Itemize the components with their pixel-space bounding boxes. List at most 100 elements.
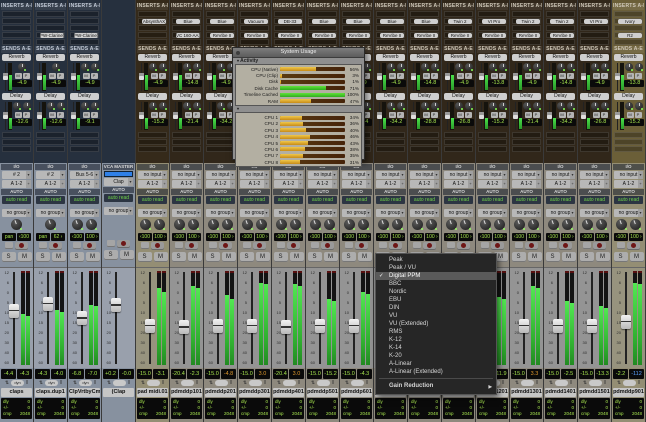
insert-slot[interactable]: ReVibe II (206, 32, 235, 38)
dyn-output-window-button[interactable] (555, 380, 568, 386)
output-selector[interactable]: A 1-2+ (240, 180, 269, 188)
dyn-output-window-button[interactable] (317, 380, 330, 386)
selector-expand-icon[interactable]: + (468, 180, 473, 188)
mute-button[interactable]: M (290, 252, 304, 262)
track-name[interactable]: pad midi.01 (137, 388, 168, 397)
send-mute-button[interactable]: M (151, 73, 158, 79)
insert-slot[interactable]: Blue (376, 18, 405, 24)
send-pan-knob[interactable] (91, 63, 99, 71)
insert-slot[interactable] (308, 25, 337, 31)
selector-expand-icon[interactable]: ▾ (298, 171, 303, 179)
insert-slot[interactable] (376, 11, 405, 17)
track-name[interactable]: pdmddp101 (171, 388, 202, 397)
insert-slot[interactable] (410, 25, 439, 31)
group-selector[interactable]: no group▾ (376, 209, 405, 217)
selector-expand-icon[interactable]: ▾ (128, 207, 133, 215)
group-selector[interactable]: no group▾ (240, 209, 269, 217)
solo-button[interactable]: S (2, 252, 16, 262)
output-selector[interactable]: A 1-2+ (614, 180, 643, 188)
pan-knob[interactable] (188, 219, 199, 230)
pan-knob[interactable] (45, 219, 56, 230)
send-b-button[interactable]: Delay (138, 93, 167, 100)
send-level-fader[interactable] (445, 102, 449, 130)
insert-slot[interactable] (70, 18, 99, 24)
insert-slot[interactable]: VI Pro (580, 18, 609, 24)
send-mute-button[interactable]: M (525, 112, 532, 118)
solo-button[interactable]: S (104, 250, 118, 260)
send-empty-slot[interactable] (2, 146, 31, 152)
send-mute-button[interactable]: M (627, 112, 634, 118)
send-level-fader[interactable] (207, 102, 211, 130)
volume-fader-cap[interactable] (43, 297, 53, 311)
insert-plugin-button[interactable]: ReVibe II (210, 33, 234, 38)
insert-slot[interactable] (614, 25, 643, 31)
group-selector[interactable]: no group▾ (614, 209, 643, 217)
pan-knob[interactable] (154, 219, 165, 230)
input-monitor-button[interactable] (5, 242, 13, 249)
send-pre-button[interactable]: P (91, 73, 98, 79)
insert-slot[interactable] (614, 11, 643, 17)
solo-button[interactable]: S (206, 252, 220, 262)
output-selector[interactable]: A 1-2+ (70, 180, 99, 188)
selector-expand-icon[interactable]: ▾ (434, 171, 439, 179)
vca-assignment-selector[interactable]: Clap▾ (104, 178, 133, 186)
send-pan-knob[interactable] (625, 63, 633, 71)
send-pan-knob[interactable] (557, 63, 565, 71)
pan-knob[interactable] (494, 219, 505, 230)
track-name[interactable]: pdmdd1401 (545, 388, 576, 397)
selector-expand-icon[interactable]: ▾ (366, 209, 371, 217)
pan-knob[interactable] (480, 219, 491, 230)
menu-item-vu[interactable]: VU (376, 312, 496, 320)
automation-mode-selector[interactable]: auto read (308, 196, 337, 204)
send-fader-cap[interactable] (377, 112, 382, 119)
mute-button[interactable]: M (52, 252, 66, 262)
send-empty-slot[interactable] (580, 146, 609, 152)
send-pre-button[interactable]: P (193, 112, 200, 118)
send-level-fader[interactable] (71, 63, 75, 91)
track-name[interactable]: ClpVrtbyCm (69, 388, 100, 397)
volume-fader-track[interactable] (285, 272, 287, 364)
selector-expand-icon[interactable]: ▾ (94, 171, 99, 179)
solo-button[interactable]: S (546, 252, 560, 262)
insert-slot[interactable] (614, 39, 643, 45)
input-monitor-button[interactable] (481, 242, 489, 249)
selector-expand-icon[interactable]: ▾ (604, 171, 609, 179)
menu-item-din[interactable]: DIN (376, 304, 496, 312)
output-selector[interactable]: A 1-2+ (172, 180, 201, 188)
record-arm-button[interactable] (389, 242, 402, 250)
dyn-output-window-button[interactable]: dyn (79, 380, 92, 386)
insert-slot[interactable] (376, 39, 405, 45)
input-monitor-button[interactable] (549, 242, 557, 249)
group-selector[interactable]: no group▾ (478, 209, 507, 217)
send-pan-knob[interactable] (431, 63, 439, 71)
send-level-fader[interactable] (3, 102, 7, 130)
volume-fader-track[interactable] (319, 272, 321, 364)
insert-slot[interactable] (36, 18, 65, 24)
send-pan-knob[interactable] (193, 102, 201, 110)
pan-knob[interactable] (140, 219, 151, 230)
input-selector[interactable]: no input▾ (546, 171, 575, 179)
pan-knob[interactable] (344, 219, 355, 230)
solo-button[interactable]: S (580, 252, 594, 262)
insert-plugin-button[interactable]: Blue (210, 19, 234, 24)
track-name[interactable]: pdmddp601 (341, 388, 372, 397)
send-fader-cap[interactable] (377, 73, 382, 80)
send-pre-button[interactable]: P (635, 112, 642, 118)
insert-slot[interactable]: Blue (342, 18, 371, 24)
send-a-button[interactable]: Reverb (410, 54, 439, 61)
send-empty-slot[interactable] (2, 132, 31, 138)
dyn-output-window-button[interactable]: dyn (45, 380, 58, 386)
send-empty-slot[interactable] (444, 146, 473, 152)
send-empty-slot[interactable] (376, 132, 405, 138)
selector-expand-icon[interactable]: ▾ (502, 209, 507, 217)
send-pan-knob[interactable] (81, 102, 89, 110)
insert-slot[interactable] (308, 39, 337, 45)
record-arm-button[interactable] (185, 242, 198, 250)
insert-plugin-button[interactable]: ReVibe II (482, 33, 506, 38)
insert-slot[interactable] (206, 11, 235, 17)
selector-expand-icon[interactable]: ▾ (60, 209, 65, 217)
menu-item-a-linear[interactable]: A-Linear (376, 360, 496, 368)
selector-expand-icon[interactable]: ▾ (162, 209, 167, 217)
insert-slot[interactable]: Ivory (614, 18, 643, 24)
send-empty-slot[interactable] (70, 146, 99, 152)
